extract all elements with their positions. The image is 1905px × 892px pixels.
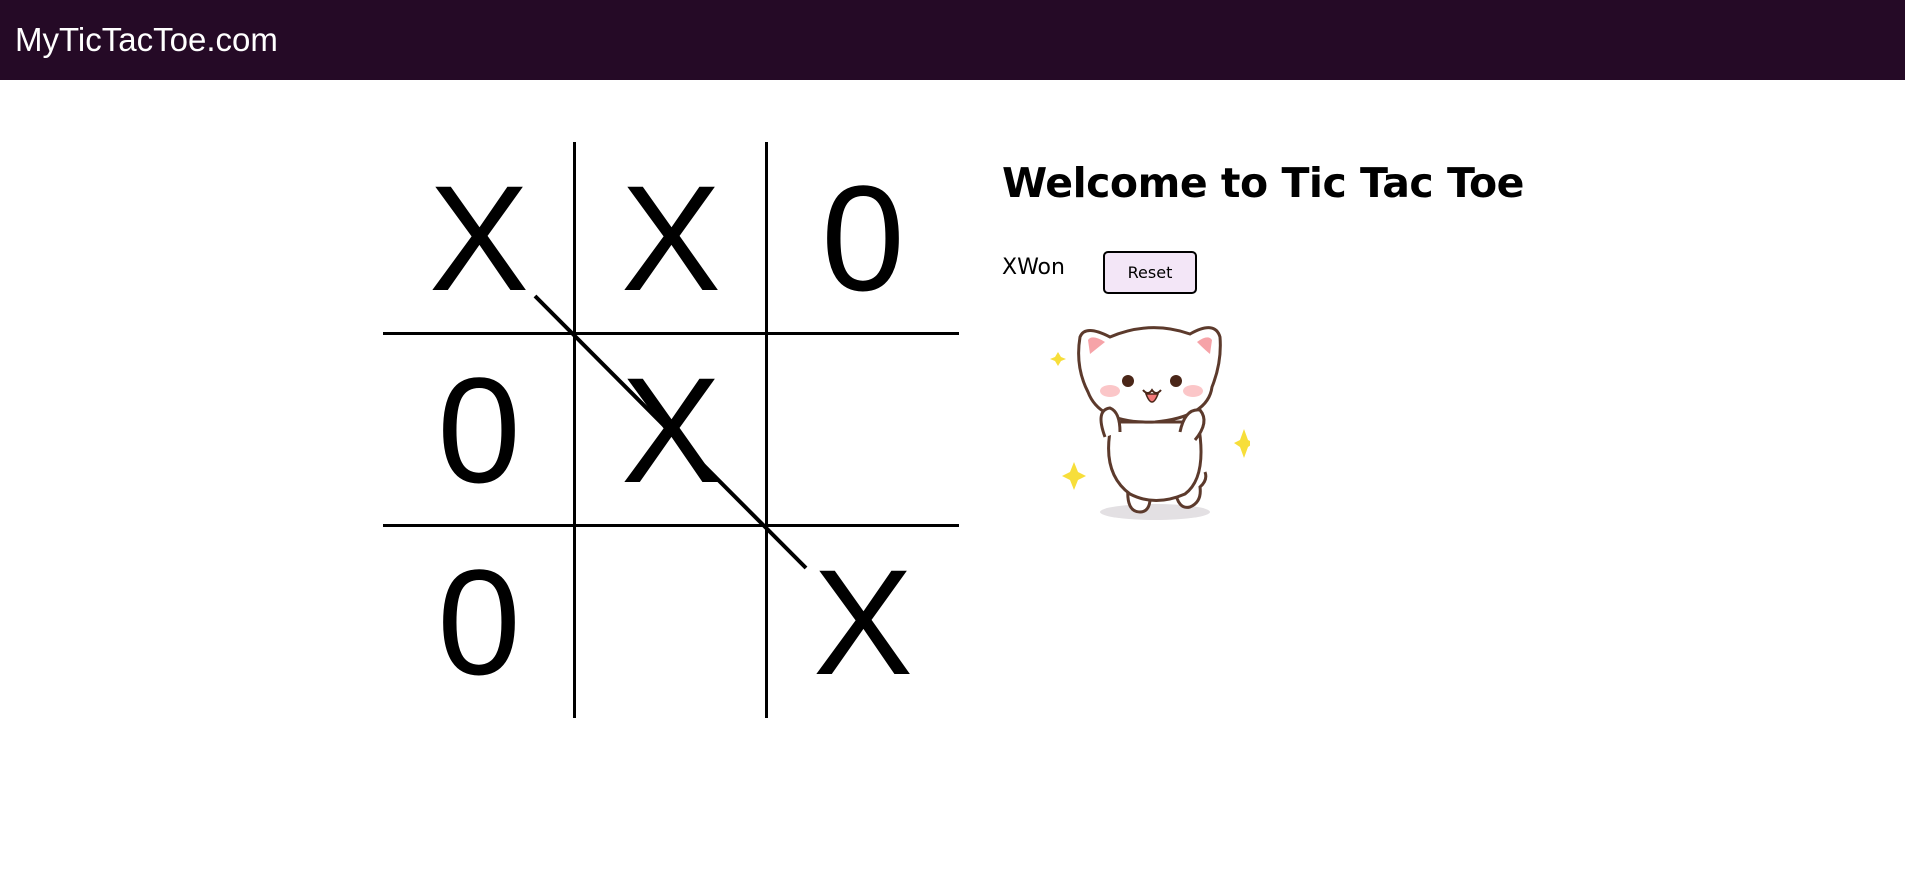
brand-title[interactable]: MyTicTacToe.com <box>15 19 278 61</box>
board-cell-0[interactable]: X <box>383 142 575 334</box>
reset-button[interactable]: Reset <box>1103 251 1197 294</box>
grid-line-horizontal-1 <box>383 332 959 335</box>
board-cell-4[interactable]: X <box>575 334 767 526</box>
page-title: Welcome to Tic Tac Toe <box>1002 159 1524 207</box>
grid-line-horizontal-2 <box>383 524 959 527</box>
game-board: X X 0 0 X 0 X <box>383 142 959 718</box>
navbar: MyTicTacToe.com <box>0 0 1905 80</box>
board-cell-8[interactable]: X <box>767 526 959 718</box>
board-cell-7[interactable] <box>575 526 767 718</box>
grid-line-vertical-1 <box>573 142 576 718</box>
game-status: XWon <box>1002 255 1065 280</box>
board-cell-2[interactable]: 0 <box>767 142 959 334</box>
board-cell-5[interactable] <box>767 334 959 526</box>
happy-cat-icon <box>1050 326 1250 520</box>
grid-line-vertical-2 <box>765 142 768 718</box>
board-cell-3[interactable]: 0 <box>383 334 575 526</box>
board-cell-1[interactable]: X <box>575 142 767 334</box>
board-cell-6[interactable]: 0 <box>383 526 575 718</box>
